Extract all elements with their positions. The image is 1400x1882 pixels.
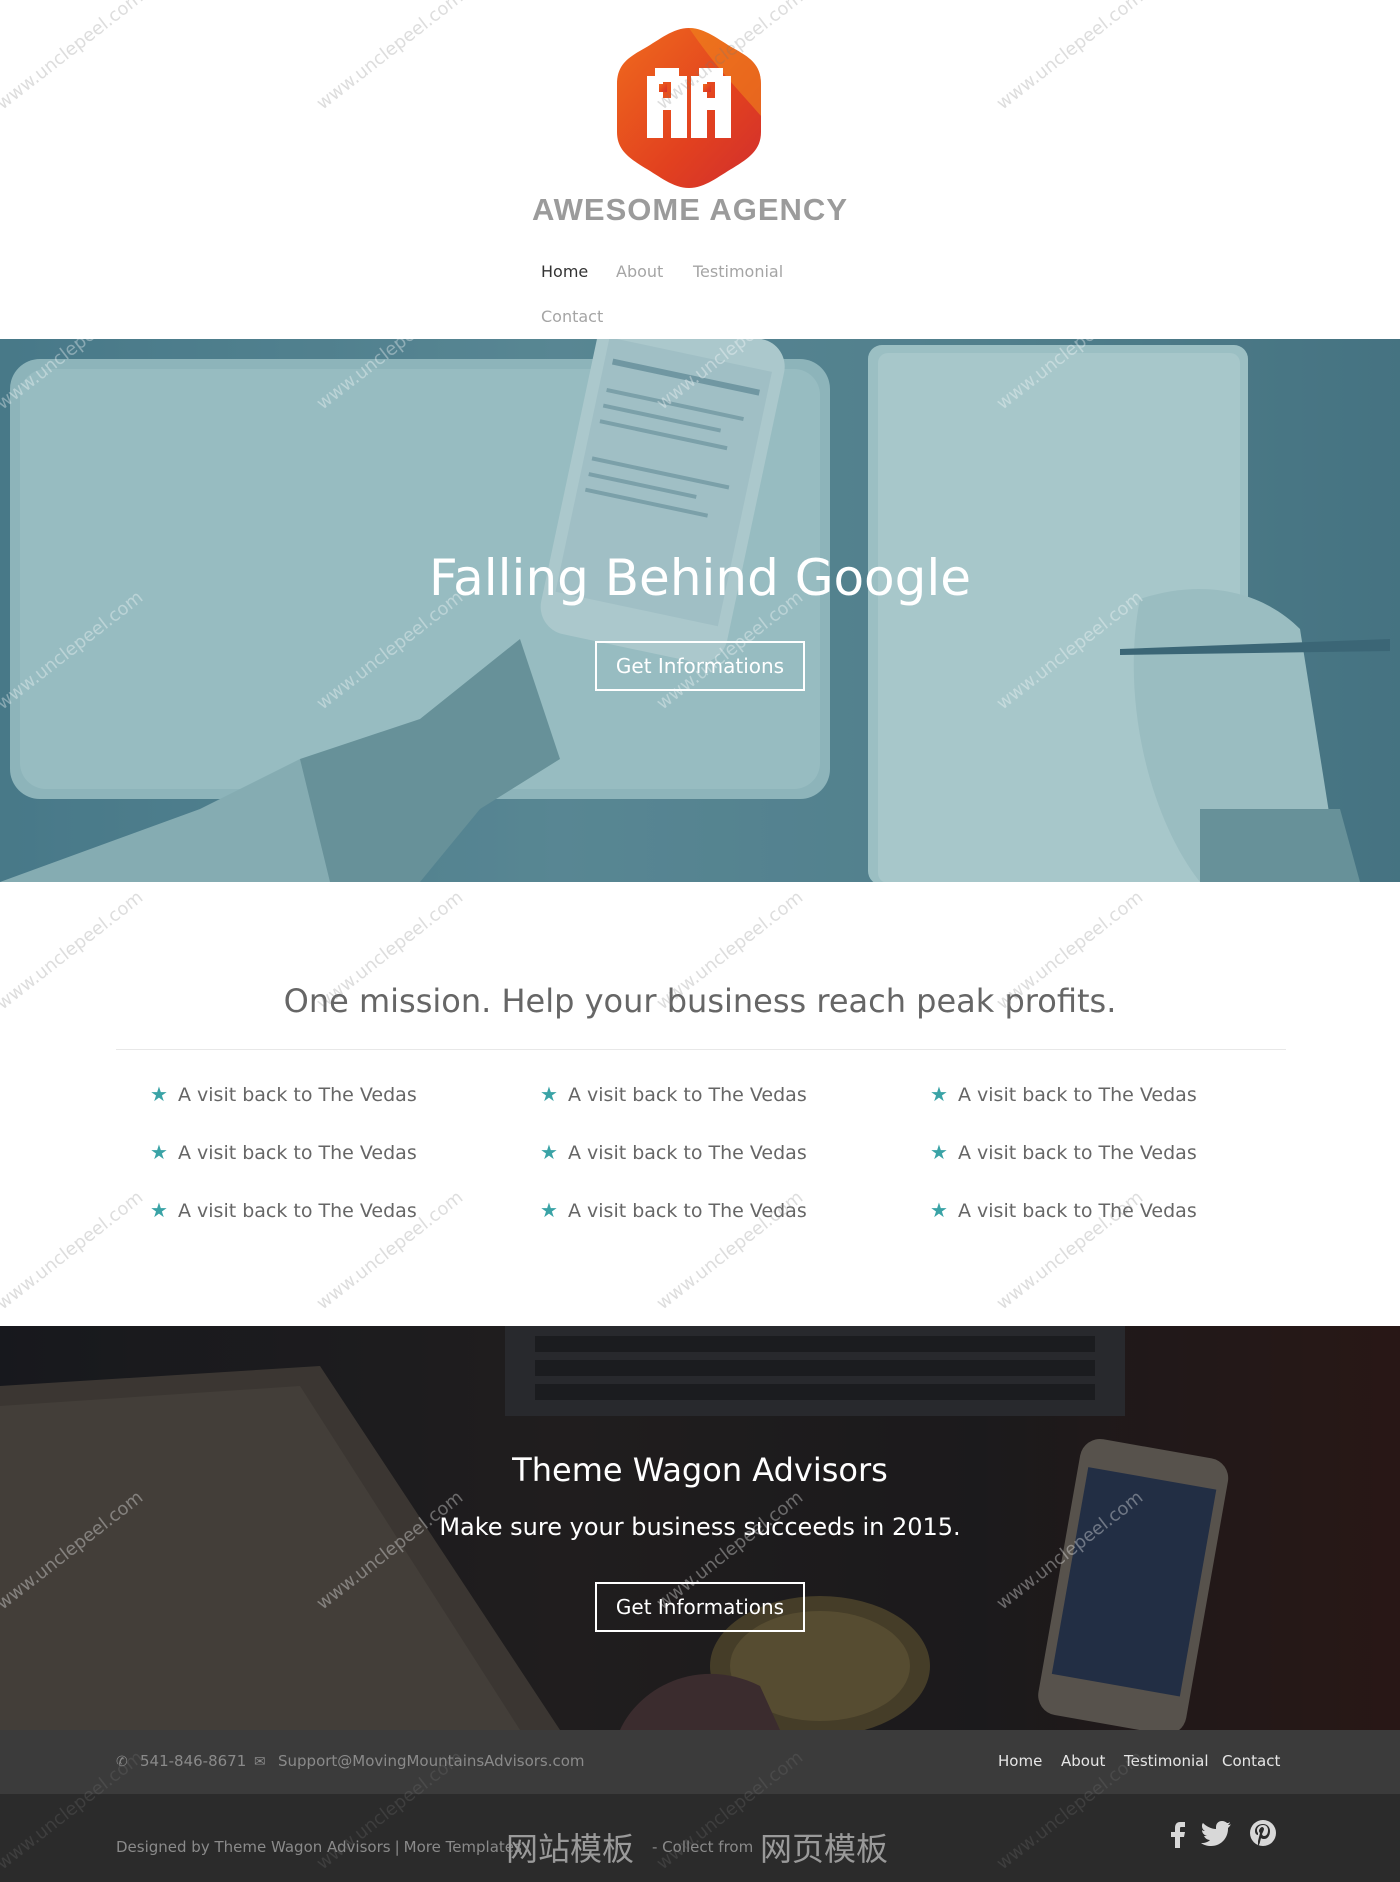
feature-item: ★ A visit back to The Vedas	[150, 1140, 417, 1164]
star-icon: ★	[930, 1140, 948, 1164]
star-icon: ★	[150, 1140, 168, 1164]
footer-nav-contact[interactable]: Contact	[1222, 1752, 1280, 1770]
footer-top: ✆ 541-846-8671 ✉ Support@MovingMountainsAd…	[0, 1730, 1400, 1794]
cjk-text-left[interactable]: 网站模板	[506, 1824, 634, 1870]
star-icon: ★	[150, 1198, 168, 1222]
nav-testimonial[interactable]: Testimonial	[693, 262, 783, 281]
cta-section: Theme Wagon Advisors Make sure your busi…	[0, 1326, 1400, 1730]
hero-get-informations-button[interactable]: Get Informations	[595, 641, 805, 691]
agency-logo[interactable]	[615, 26, 763, 190]
pinterest-icon[interactable]	[1246, 1816, 1280, 1850]
hero-title: Falling Behind Google	[428, 549, 972, 607]
feature-item: ★ A visit back to The Vedas	[540, 1140, 807, 1164]
footer-phone[interactable]: ✆ 541-846-8671	[116, 1752, 246, 1770]
more-templates-link[interactable]: More Templates	[404, 1838, 522, 1856]
feature-item: ★ A visit back to The Vedas	[150, 1082, 417, 1106]
footer-bottom: Designed by Theme Wagon Advisors | More Te…	[0, 1794, 1400, 1882]
nav-home[interactable]: Home	[541, 262, 588, 281]
site-header: AWESOME AGENCY Home About Testimonial Co…	[0, 0, 1400, 339]
footer-nav-about[interactable]: About	[1061, 1752, 1105, 1770]
designed-by-link[interactable]: Designed by Theme Wagon Advisors	[116, 1838, 391, 1856]
cta-subtitle: Make sure your business succeeds in 2015…	[439, 1513, 961, 1541]
star-icon: ★	[930, 1082, 948, 1106]
collect-from-text: - Collect from	[652, 1838, 754, 1856]
feature-item: ★ A visit back to The Vedas	[150, 1198, 417, 1222]
feature-item: ★ A visit back to The Vedas	[540, 1198, 807, 1222]
brand-name: AWESOME AGENCY	[532, 192, 848, 227]
nav-contact[interactable]: Contact	[541, 307, 603, 326]
star-icon: ★	[540, 1198, 558, 1222]
phone-icon: ✆	[116, 1754, 128, 1770]
feature-item: ★ A visit back to The Vedas	[540, 1082, 807, 1106]
envelope-icon: ✉	[254, 1754, 266, 1770]
mission-section: One mission. Help your business reach pe…	[0, 882, 1400, 1326]
feature-item: ★ A visit back to The Vedas	[930, 1082, 1197, 1106]
star-icon: ★	[540, 1082, 558, 1106]
footer-email[interactable]: ✉ Support@MovingMountainsAdvisors.com	[254, 1752, 585, 1770]
mission-title: One mission. Help your business reach pe…	[283, 982, 1117, 1020]
star-icon: ★	[150, 1082, 168, 1106]
feature-item: ★ A visit back to The Vedas	[930, 1198, 1197, 1222]
nav-about[interactable]: About	[616, 262, 663, 281]
feature-item: ★ A visit back to The Vedas	[930, 1140, 1197, 1164]
footer-nav-home[interactable]: Home	[998, 1752, 1042, 1770]
hero-section: Falling Behind Google Get Informations	[0, 339, 1400, 882]
hero-overlay	[0, 339, 1400, 882]
twitter-icon[interactable]	[1200, 1816, 1234, 1850]
cjk-text-right[interactable]: 网页模板	[760, 1824, 888, 1870]
star-icon: ★	[540, 1140, 558, 1164]
cta-get-informations-button[interactable]: Get Informations	[595, 1582, 805, 1632]
footer-nav-testimonial[interactable]: Testimonial	[1124, 1752, 1209, 1770]
mission-divider	[116, 1049, 1286, 1050]
cta-title: Theme Wagon Advisors	[512, 1451, 888, 1489]
facebook-icon[interactable]	[1161, 1816, 1195, 1850]
footer-credit: Designed by Theme Wagon Advisors | More Te…	[116, 1838, 522, 1856]
star-icon: ★	[930, 1198, 948, 1222]
